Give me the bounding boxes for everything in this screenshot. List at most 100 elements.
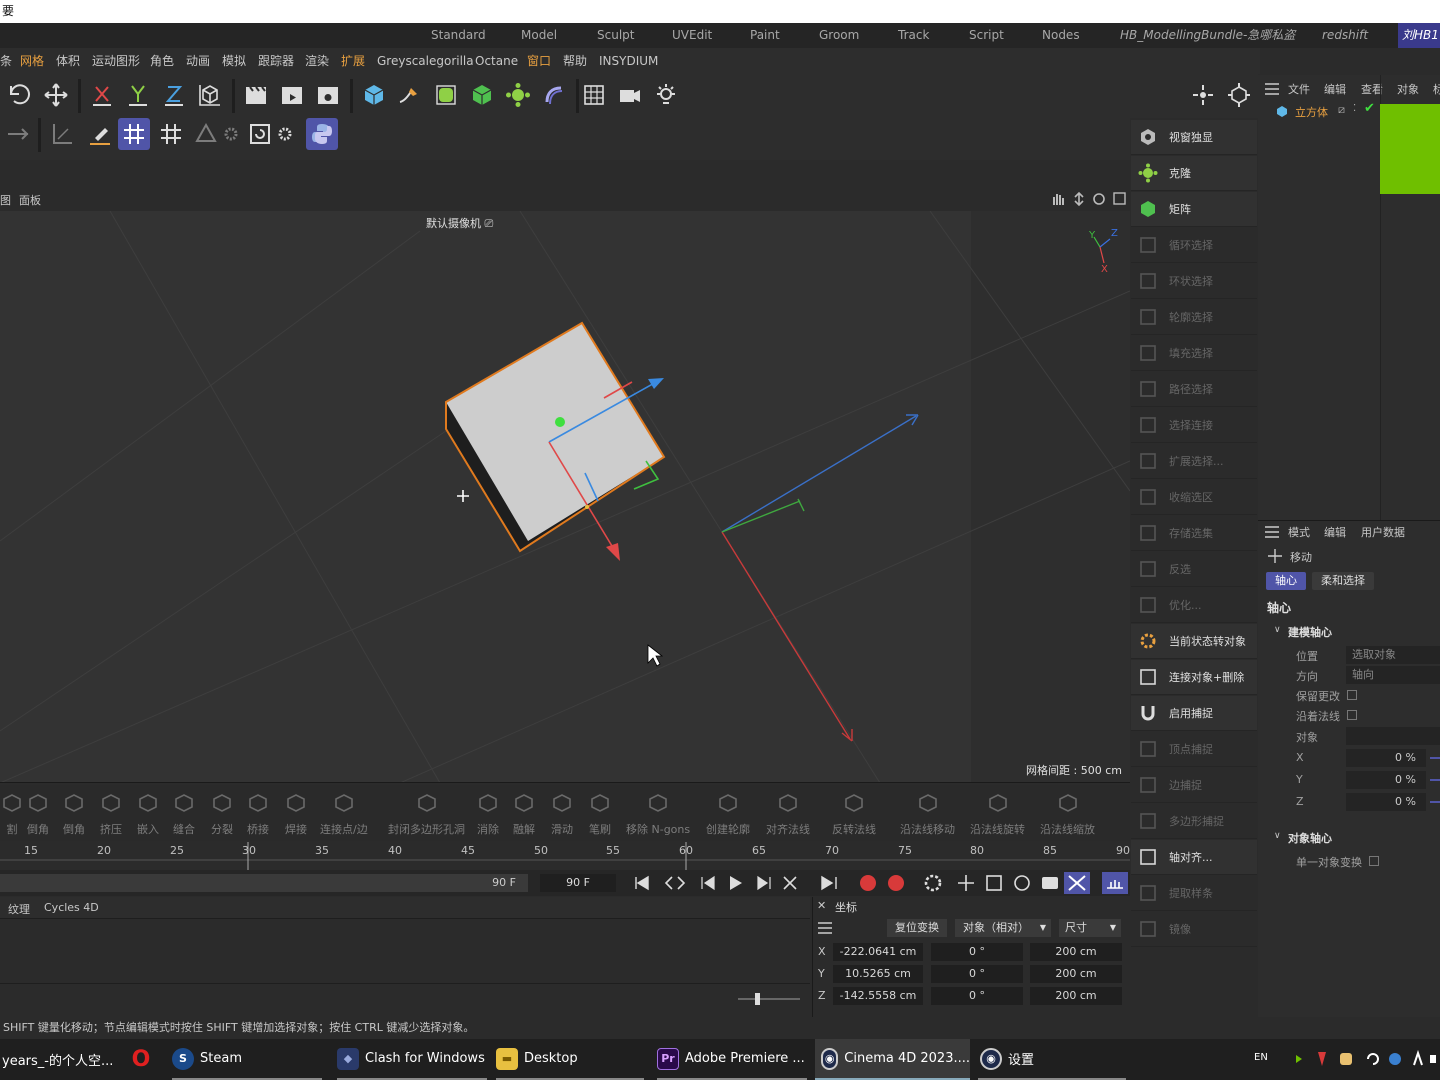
menu-item-insydium[interactable]: INSYDIUM <box>599 48 658 74</box>
x-percent-field[interactable]: 0 % <box>1346 749 1426 767</box>
layout-tab-model[interactable]: Model <box>521 23 557 48</box>
render-settings-button[interactable] <box>312 79 344 111</box>
rotation-x-field[interactable]: 0 ° <box>931 943 1023 961</box>
cloner-button[interactable] <box>502 79 534 111</box>
tool-button-10[interactable]: 封闭多边形孔洞 <box>388 785 465 841</box>
menu-item-character[interactable]: 角色 <box>150 48 174 74</box>
palette-item-3[interactable]: 循环选择 <box>1131 228 1257 263</box>
layout-tab-hb-modelling[interactable]: HB_ModellingBundle-急哪私盗 <box>1120 23 1295 48</box>
floor-button[interactable] <box>578 79 610 111</box>
menu-item-mesh[interactable]: 网格 <box>20 48 44 74</box>
palette-item-5[interactable]: 轮廓选择 <box>1131 300 1257 335</box>
quantize-button[interactable] <box>190 118 222 150</box>
move-tool-button[interactable] <box>40 79 72 111</box>
axis-y-button[interactable] <box>122 79 154 111</box>
layout-tab-script[interactable]: Script <box>969 23 1004 48</box>
snap-settings-button[interactable] <box>84 118 116 150</box>
tool-button-21[interactable]: 沿法线缩放 <box>1040 785 1095 841</box>
cube-button[interactable] <box>358 79 390 111</box>
taskbar-item-steam[interactable]: S Steam <box>172 1039 322 1080</box>
lock-settings-button[interactable] <box>274 118 296 150</box>
palette-item-1[interactable]: 克隆 <box>1131 156 1257 191</box>
position-x-field[interactable]: -222.0641 cm <box>833 943 923 961</box>
tool-button-0[interactable]: 割 <box>0 785 24 841</box>
layout-tab-nodes[interactable]: Nodes <box>1042 23 1080 48</box>
taskbar-item-desktop[interactable]: ▬ Desktop <box>496 1039 644 1080</box>
tool-button-1[interactable]: 倒角 <box>26 785 50 841</box>
material-menu-texture[interactable]: 纹理 <box>8 901 30 917</box>
am-menu-userdata[interactable]: 用户数据 <box>1361 524 1405 540</box>
keep-changes-checkbox[interactable] <box>1347 690 1357 700</box>
palette-item-21[interactable]: 提取样条 <box>1131 876 1257 911</box>
tool-button-8[interactable]: 焊接 <box>284 785 308 841</box>
render-picture-viewer-button[interactable] <box>276 79 308 111</box>
position-z-field[interactable]: -142.5558 cm <box>833 987 923 1005</box>
tool-button-5[interactable]: 缝合 <box>172 785 196 841</box>
material-zoom-slider[interactable] <box>738 998 800 1000</box>
position-select[interactable]: 选取对象 <box>1346 646 1440 664</box>
palette-item-6[interactable]: 填充选择 <box>1131 336 1257 371</box>
tool-button-13[interactable]: 滑动 <box>550 785 574 841</box>
axis-x-button[interactable] <box>86 79 118 111</box>
along-normal-checkbox[interactable] <box>1347 710 1357 720</box>
layout-tab-redshift[interactable]: redshift <box>1322 23 1368 48</box>
layout-tab-uvedit[interactable]: UVEdit <box>672 23 712 48</box>
enabled-check-icon[interactable]: ✔ <box>1364 101 1375 116</box>
layout-tab-standard[interactable]: Standard <box>431 23 486 48</box>
palette-item-15[interactable]: 连接对象+删除 <box>1131 660 1257 695</box>
tool-button-9[interactable]: 连接点/边 <box>320 785 368 841</box>
hamburger-menu-icon[interactable] <box>818 922 832 934</box>
layout-tab-hb1[interactable]: 刘HB1 <box>1398 23 1440 48</box>
rotation-z-field[interactable]: 0 ° <box>931 987 1023 1005</box>
palette-item-10[interactable]: 收缩选区 <box>1131 480 1257 515</box>
transport-buttons[interactable] <box>628 872 1128 894</box>
tool-button-15[interactable]: 移除 N-gons <box>626 785 690 841</box>
menu-item-greyscalegorilla[interactable]: Greyscalegorilla <box>377 48 474 74</box>
palette-item-16[interactable]: 启用捕捉 <box>1131 696 1257 731</box>
viewport-menu-view[interactable]: 图 <box>0 192 11 208</box>
extrude-button[interactable] <box>466 79 498 111</box>
viewport-menu-panel[interactable]: 面板 <box>19 192 41 208</box>
palette-item-22[interactable]: 镜像 <box>1131 912 1257 947</box>
am-menu-mode[interactable]: 模式 <box>1288 524 1310 540</box>
python-button[interactable] <box>306 118 338 150</box>
menu-item-simulate[interactable]: 模拟 <box>222 48 246 74</box>
tool-button-3[interactable]: 挤压 <box>99 785 123 841</box>
menu-item-render[interactable]: 渲染 <box>305 48 329 74</box>
visibility-dots-icon[interactable]: ⁚ <box>1353 103 1356 114</box>
palette-item-4[interactable]: 环状选择 <box>1131 264 1257 299</box>
position-y-field[interactable]: 10.5265 cm <box>833 965 923 983</box>
single-object-checkbox[interactable] <box>1369 856 1379 866</box>
x-slider[interactable] <box>1430 757 1440 759</box>
layout-tab-groom[interactable]: Groom <box>819 23 859 48</box>
material-menu-cycles4d[interactable]: Cycles 4D <box>44 901 99 914</box>
palette-item-20[interactable]: 轴对齐... <box>1131 840 1257 875</box>
size-y-field[interactable]: 200 cm <box>1030 965 1122 983</box>
light-button[interactable] <box>650 79 682 111</box>
menu-item-volume[interactable]: 体积 <box>56 48 80 74</box>
group-modeling-axis[interactable]: 建模轴心 <box>1288 624 1332 640</box>
tab-axis[interactable]: 轴心 <box>1266 572 1306 590</box>
size-mode-select[interactable]: 尺寸 ▼ <box>1059 919 1121 937</box>
size-x-field[interactable]: 200 cm <box>1030 943 1122 961</box>
tool-button-11[interactable]: 消除 <box>476 785 500 841</box>
tool-button-4[interactable]: 嵌入 <box>136 785 160 841</box>
tool-button-16[interactable]: 创建轮廓 <box>706 785 750 841</box>
palette-item-17[interactable]: 顶点捕捉 <box>1131 732 1257 767</box>
viewport-nav-icons[interactable] <box>1050 191 1126 207</box>
camera-button[interactable] <box>614 79 646 111</box>
end-frame-field[interactable]: 90 F <box>540 874 616 892</box>
taskbar-item-settings[interactable]: ◉ 设置 <box>978 1039 1126 1080</box>
tab-soft-selection[interactable]: 柔和选择 <box>1312 572 1374 590</box>
menu-item-mograph[interactable]: 运动图形 <box>92 48 140 74</box>
om-menu-file[interactable]: 文件 <box>1288 81 1310 97</box>
axis-z-button[interactable] <box>158 79 190 111</box>
size-z-field[interactable]: 200 cm <box>1030 987 1122 1005</box>
palette-item-13[interactable]: 优化... <box>1131 588 1257 623</box>
deformer-button[interactable] <box>538 79 570 111</box>
menu-item-animation[interactable]: 动画 <box>186 48 210 74</box>
tool-button-17[interactable]: 对齐法线 <box>766 785 810 841</box>
lock-button[interactable] <box>244 118 276 150</box>
palette-item-11[interactable]: 存储选集 <box>1131 516 1257 551</box>
frame-range-slider[interactable]: 90 F <box>0 874 528 892</box>
